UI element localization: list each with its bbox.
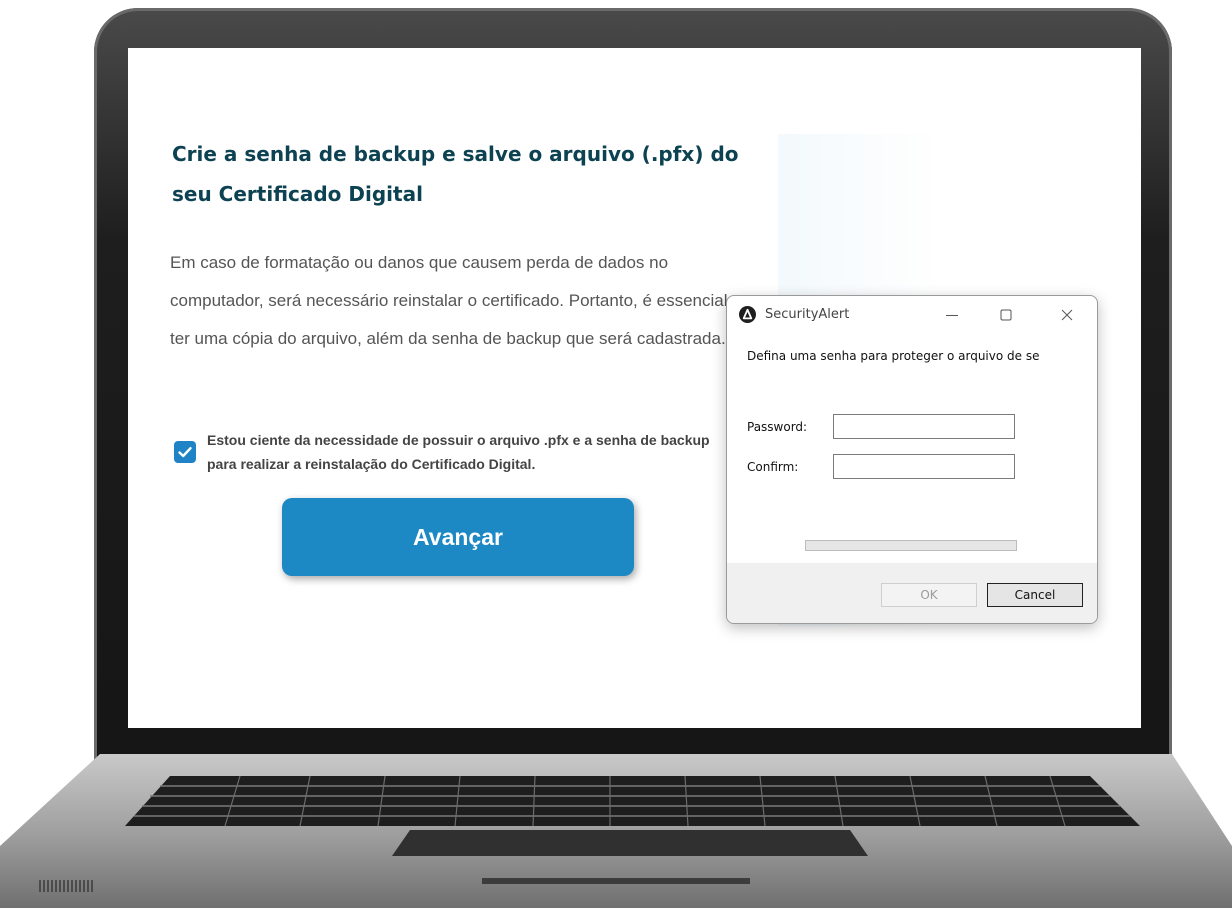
checkmark-icon xyxy=(178,447,192,458)
password-input[interactable] xyxy=(833,414,1015,439)
consent-label[interactable]: Estou ciente da necessidade de possuir o… xyxy=(207,428,737,476)
laptop-base xyxy=(0,754,1232,908)
maximize-button[interactable] xyxy=(986,300,1026,330)
security-alert-dialog: SecurityAlert Defina uma senha para prot… xyxy=(726,295,1098,624)
dialog-titlebar[interactable]: SecurityAlert xyxy=(727,296,1097,334)
page-description: Em caso de formatação ou danos que cause… xyxy=(170,253,728,348)
dialog-footer: OK Cancel xyxy=(727,563,1097,623)
dialog-title: SecurityAlert xyxy=(765,307,850,322)
close-icon xyxy=(1061,309,1073,321)
page-title: Crie a senha de backup e salve o arquivo… xyxy=(172,142,739,206)
cancel-button[interactable]: Cancel xyxy=(987,583,1083,607)
minimize-icon xyxy=(946,315,958,316)
advance-button[interactable]: Avançar xyxy=(282,498,634,576)
consent-checkbox[interactable] xyxy=(174,441,196,463)
close-button[interactable] xyxy=(1047,300,1087,330)
app-logo-icon xyxy=(739,306,756,323)
progress-bar xyxy=(805,540,1017,551)
password-label: Password: xyxy=(747,420,808,434)
confirm-input[interactable] xyxy=(833,454,1015,479)
minimize-button[interactable] xyxy=(932,300,972,330)
confirm-label: Confirm: xyxy=(747,460,799,474)
ok-button[interactable]: OK xyxy=(881,583,977,607)
maximize-icon xyxy=(1000,309,1012,321)
dialog-message: Defina uma senha para proteger o arquivo… xyxy=(747,349,1040,363)
